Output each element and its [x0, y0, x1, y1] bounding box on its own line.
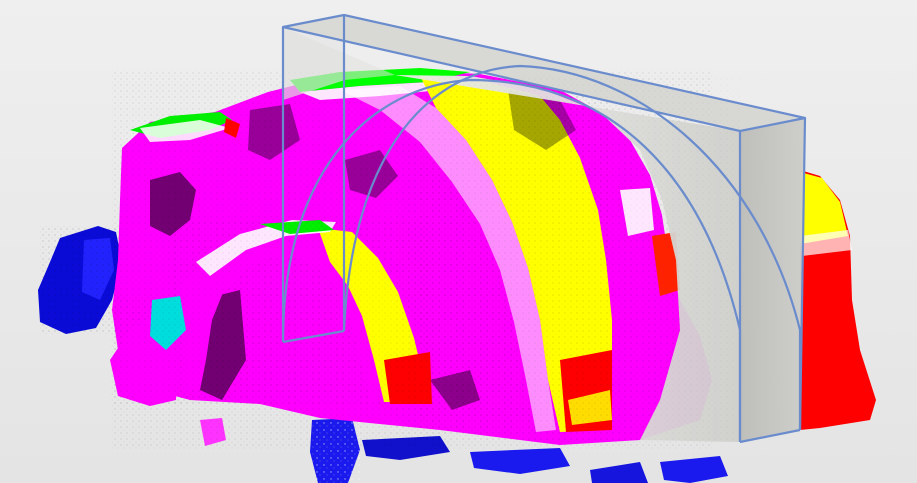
- inner-vault-points: [172, 220, 432, 404]
- point-cloud-viewport[interactable]: [0, 0, 917, 483]
- foreground-left-points: [110, 296, 186, 406]
- left-wall-points: [38, 226, 122, 334]
- scene-canvas[interactable]: [0, 0, 917, 483]
